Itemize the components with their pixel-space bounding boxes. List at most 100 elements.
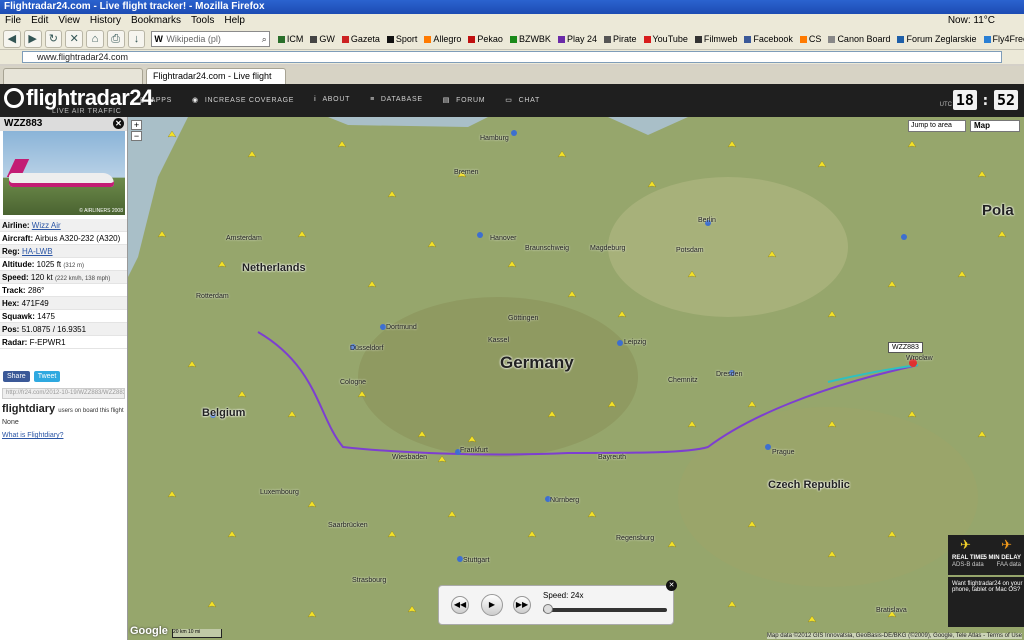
download-button[interactable]: ↓ [127,29,146,48]
zoom-control: + − [131,120,142,142]
nav-chat[interactable]: ▭ CHAT [505,96,540,104]
zoom-in-button[interactable]: + [131,120,142,130]
map-attribution: Map data ©2012 GIS Innovatsia, GeoBasis-… [766,633,1022,639]
map-view[interactable]: + − Jump to area Map Germany Netherlands B… [128,117,1024,640]
airport-icon[interactable] [511,130,517,136]
highland-area [358,297,638,457]
bookmark-icon [509,35,517,43]
map-tools: Jump to area Map [908,120,1020,132]
bookmark-icm[interactable]: ICM [277,34,303,44]
nav-forum[interactable]: ▤ FORUM [443,96,486,104]
bookmark-cs[interactable]: CS [799,34,821,44]
clock-hours: 18 [952,90,977,110]
tab-flightradar24[interactable]: Flightradar24.com - Live flight track... [146,68,286,95]
bookmark-play24[interactable]: Play 24 [557,34,597,44]
realtime-title: REAL TIME [952,555,985,561]
back-button[interactable]: ◀ [3,29,21,48]
apps-promo[interactable]: Want flightradar24 on your phone, tablet… [948,577,1024,627]
close-panel-button[interactable]: ✕ [113,118,124,129]
bookmark-gazeta[interactable]: Gazeta [341,34,380,44]
realtime-info-box[interactable]: ✈ ✈ REAL TIME ADS-B data 5 MIN DELAY FAA… [948,535,1024,575]
aircraft-photo[interactable]: © AIRLINERS 2008 [3,131,125,215]
tweet-button[interactable]: Tweet [33,371,61,382]
bookmark-gw[interactable]: GW [310,34,335,44]
address-input[interactable]: www.flightradar24.com [22,51,1002,63]
city-label: Stuttgart [463,557,490,564]
playback-control: ◀◀ ▶ ▶▶ Speed: 24x ✕ [438,580,677,625]
permalink-field[interactable]: http://fr24.com/2012-10-19/WZZ883/WZZ883 [2,388,125,399]
bookmarks-toolbar: ICM GW Gazeta Sport Allegro Pekao BZWBK … [277,34,1024,44]
close-playback-button[interactable]: ✕ [666,580,677,591]
airport-icon[interactable] [901,234,907,240]
nav-database[interactable]: ≡ DATABASE [370,96,423,104]
delay-sub: FAA data [996,562,1021,568]
lowland-area [608,177,848,317]
city-label: Potsdam [676,247,704,254]
rewind-button[interactable]: ◀◀ [451,596,469,614]
city-label: Chemnitz [668,377,698,384]
what-is-flightdiary-link[interactable]: What is Flightdiary? [0,432,127,439]
facebook-share-button[interactable]: Share [3,371,30,382]
airport-icon[interactable] [765,444,771,450]
bookmark-forum-zeglarskie[interactable]: Forum Zeglarskie [897,34,977,44]
bookmark-pirate[interactable]: Pirate [603,34,637,44]
city-label: Luxembourg [260,489,299,496]
home-button[interactable]: ⌂ [86,29,104,48]
registration-link[interactable]: HA-LWB [22,247,53,256]
nav-apps[interactable]: ▯ APPS [140,96,172,104]
airline-link[interactable]: Wizz Air [32,221,61,230]
flightradar24-logo[interactable]: flightradar24 [4,87,153,109]
window-title-bar: Flightradar24.com - Live flight tracker!… [0,0,1024,14]
menu-edit[interactable]: Edit [26,14,53,28]
playback-slider[interactable] [543,604,667,614]
forward-button[interactable]: ▶ [23,29,42,48]
search-icon[interactable]: ⌕ [262,32,267,46]
jump-to-area-select[interactable]: Jump to area [908,120,966,132]
city-label: Cologne [340,379,367,386]
reload-button[interactable]: ↻ [44,29,63,48]
bookmark-icon [643,35,651,43]
menu-history[interactable]: History [85,14,126,28]
nav-about[interactable]: i ABOUT [314,96,350,104]
play-button[interactable]: ▶ [481,594,503,616]
scale-mi: 10 mi [188,629,201,635]
flightdiary-logo[interactable]: flightdiary users on board this flight [0,403,127,415]
bookmark-allegro[interactable]: Allegro [424,34,461,44]
forum-icon: ▤ [442,97,451,104]
bookmark-facebook[interactable]: Facebook [744,34,793,44]
detail-radar: Radar: F-EPWR1 [0,336,127,349]
bookmark-canon-board[interactable]: Canon Board [828,34,890,44]
bookmark-youtube[interactable]: YouTube [643,34,688,44]
bookmark-filmweb[interactable]: Filmweb [694,34,737,44]
tab-blank[interactable] [3,68,143,84]
map-scale: 20 km 10 mi [172,629,222,638]
city-label: Leipzig [624,339,647,346]
bookmark-pekao[interactable]: Pekao [468,34,503,44]
bookmark-icon [557,35,565,43]
bookmark-sport[interactable]: Sport [386,34,417,44]
detail-airline: Airline: Wizz Air [0,219,127,232]
city-label: Wiesbaden [392,454,428,461]
map-type-select[interactable]: Map [970,120,1020,132]
zoom-out-button[interactable]: − [131,131,142,141]
bookmark-fly4free[interactable]: Fly4Free [983,34,1024,44]
airport-icon[interactable] [617,340,623,346]
navigation-toolbar: ◀ ▶ ↻ ✕ ⌂ ⎙ ↓ W Wikipedia (pl) ⌕ ICM GW … [0,28,1024,50]
fast-forward-button[interactable]: ▶▶ [513,596,531,614]
nav-increase-coverage[interactable]: ◉ INCREASE COVERAGE [192,96,294,104]
flight-callout[interactable]: WZZ883 [888,342,923,353]
stop-button[interactable]: ✕ [65,29,84,48]
menu-tools[interactable]: Tools [186,14,219,28]
city-label: Kassel [488,337,510,344]
airport-icon[interactable] [477,232,483,238]
menu-view[interactable]: View [53,14,85,28]
menu-help[interactable]: Help [219,14,250,28]
bookmark-bzwbk[interactable]: BZWBK [509,34,551,44]
menu-file[interactable]: File [0,14,26,28]
menu-bookmarks[interactable]: Bookmarks [126,14,186,28]
search-input[interactable]: W Wikipedia (pl) ⌕ [151,30,270,47]
apps-promo-text: Want flightradar24 on your phone, tablet… [952,581,1023,593]
print-button[interactable]: ⎙ [106,29,125,48]
slider-handle[interactable] [543,604,553,614]
city-label: Prague [772,449,795,456]
